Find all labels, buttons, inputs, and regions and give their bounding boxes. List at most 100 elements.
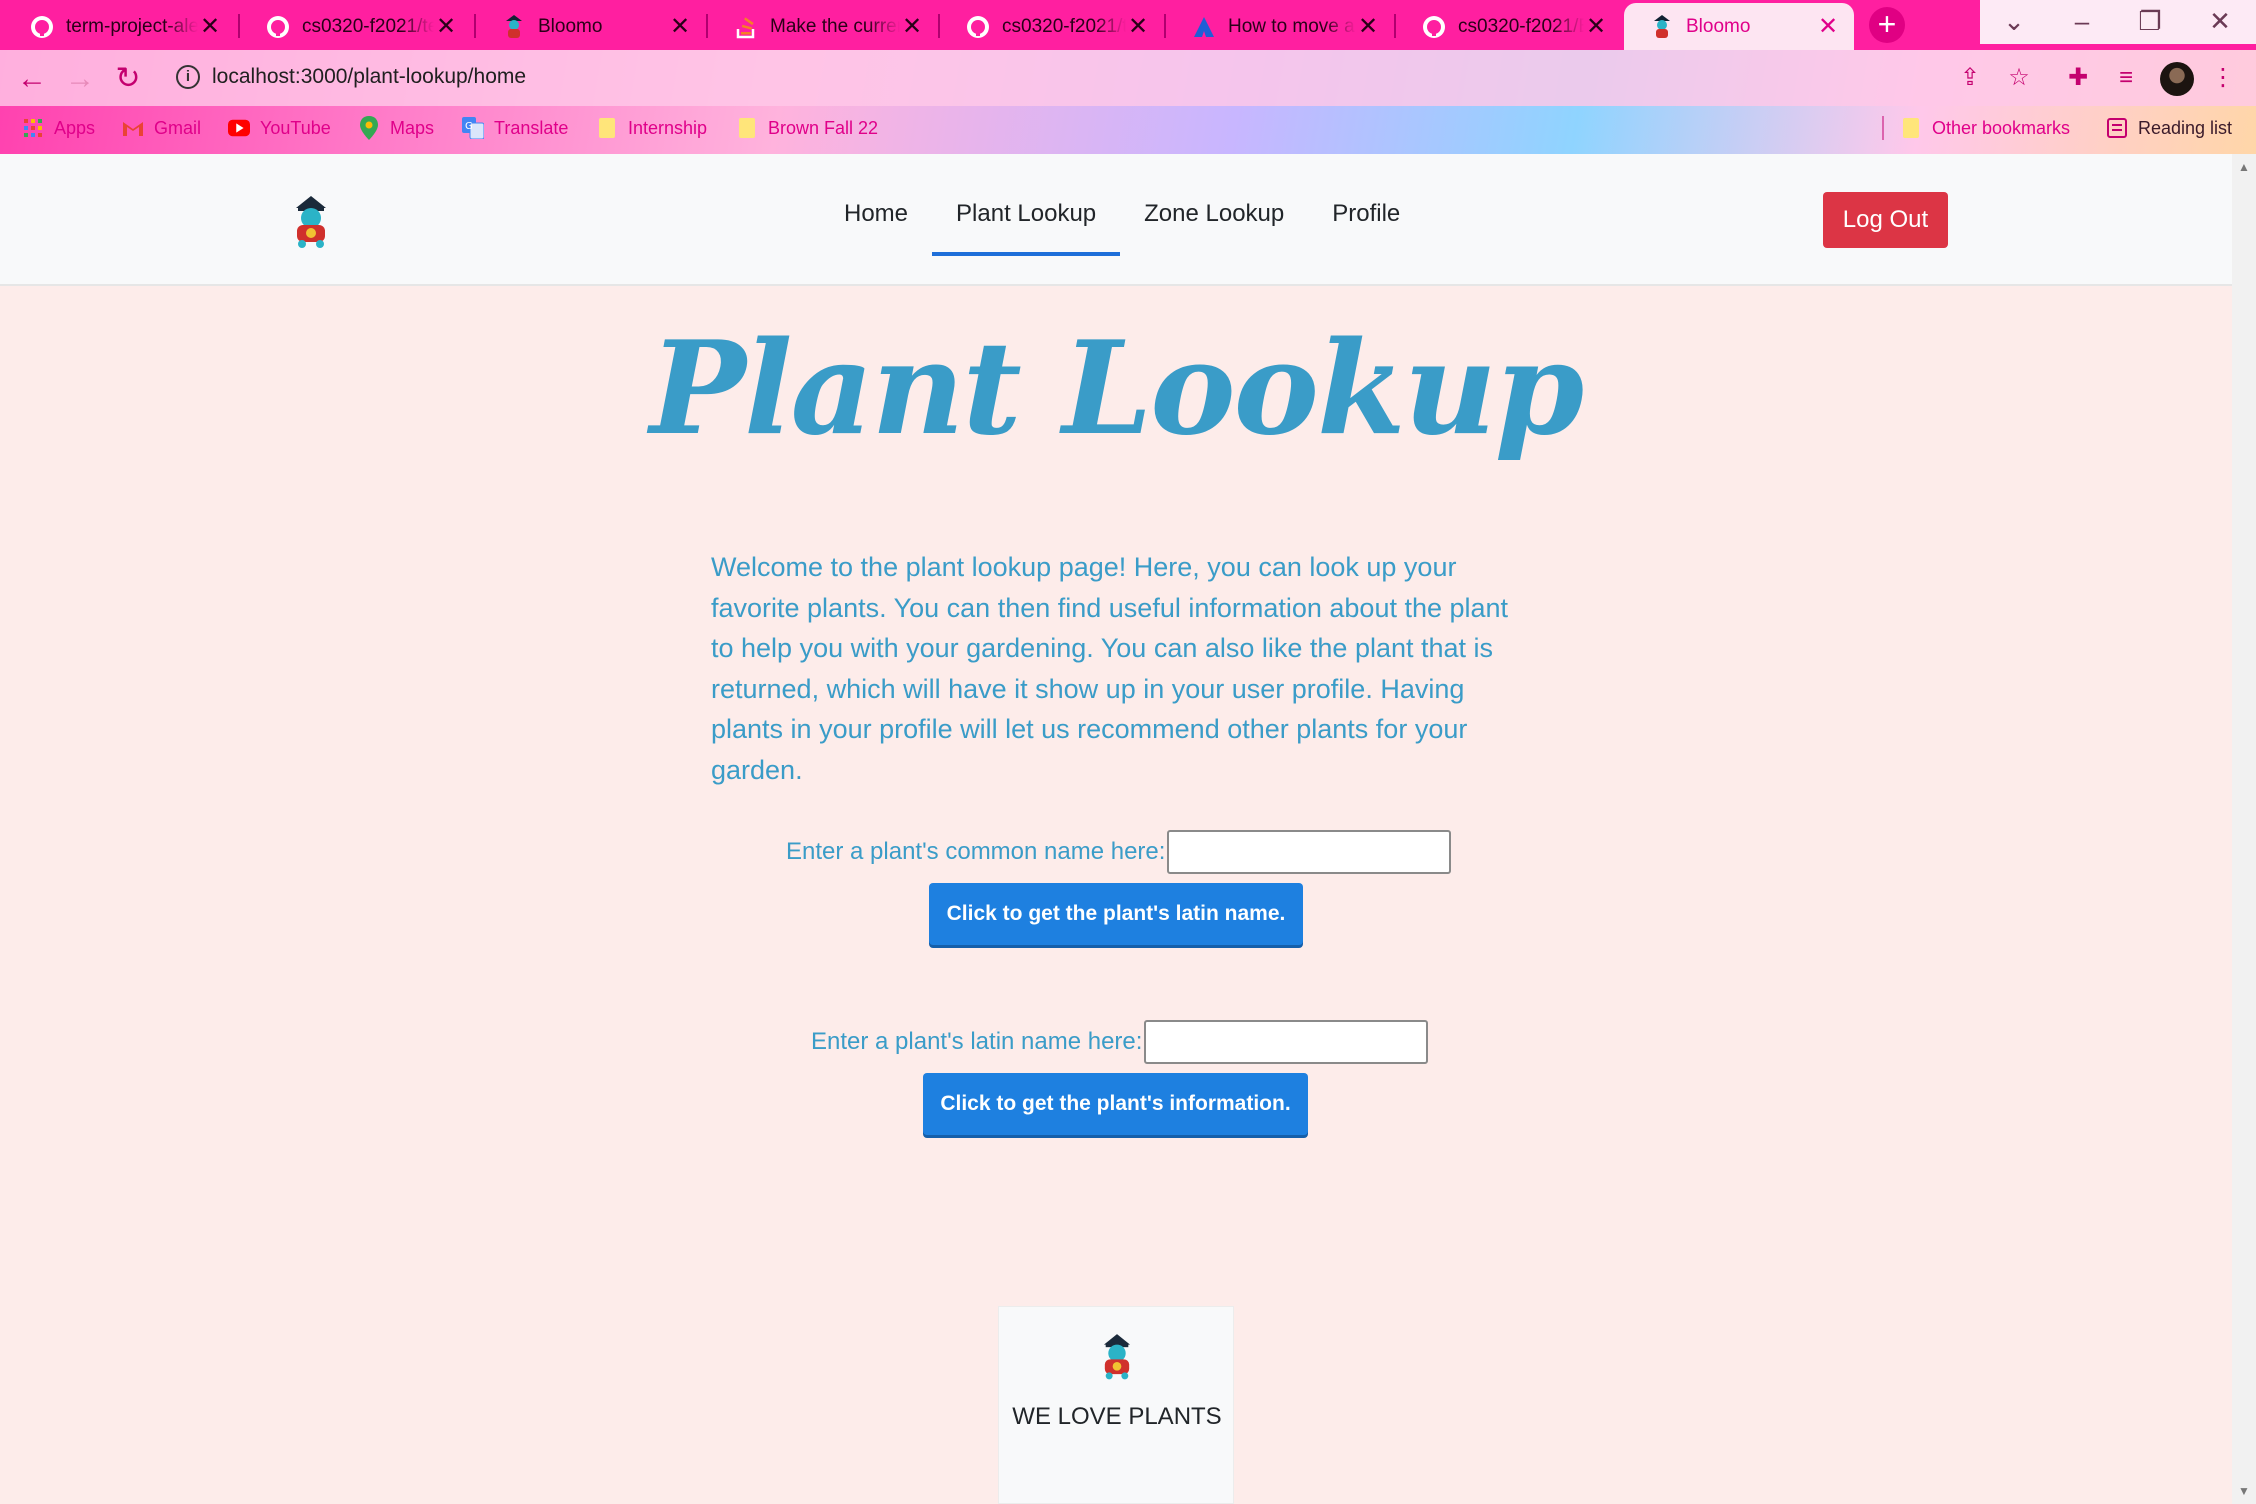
bookmark-label: YouTube — [260, 117, 331, 138]
gmail-icon — [122, 117, 144, 139]
back-icon[interactable]: ← — [14, 62, 50, 98]
close-icon[interactable]: ✕ — [900, 12, 924, 41]
bloomo-logo — [1097, 1329, 1137, 1381]
bookmark-internship[interactable]: Internship — [596, 113, 707, 143]
tab-title: cs0320-f2021/te — [1002, 15, 1126, 37]
bookmark-gmail[interactable]: Gmail — [122, 113, 201, 143]
latin-name-label: Enter a plant's latin name here: — [811, 1028, 1143, 1055]
translate-icon: G — [462, 117, 484, 139]
common-name-label: Enter a plant's common name here: — [786, 838, 1166, 865]
site-info-icon[interactable]: i — [176, 65, 200, 89]
menu-kebab-icon[interactable]: ⋮ — [2208, 64, 2238, 94]
bloomo-icon — [502, 14, 526, 39]
browser-tab[interactable]: Bloomo ✕ — [476, 3, 706, 50]
media-control-icon[interactable]: ≡ — [2111, 64, 2141, 94]
get-plant-info-button[interactable]: Click to get the plant's information. — [923, 1073, 1308, 1135]
github-icon — [966, 15, 990, 39]
browser-tab[interactable]: cs0320-f2021/Bl ✕ — [1396, 3, 1622, 50]
bookmark-label: Gmail — [154, 117, 202, 138]
share-icon[interactable]: ⇪ — [1955, 64, 1985, 94]
page-title: Plant Lookup — [649, 314, 1585, 464]
bookmark-star-icon[interactable]: ☆ — [2004, 64, 2034, 94]
extensions-icon[interactable]: ✚ — [2063, 64, 2093, 94]
browser-tab[interactable]: term-project-ale ✕ — [4, 3, 236, 50]
bookmark-label: Brown Fall 22 — [768, 117, 879, 138]
folder-icon — [596, 117, 618, 139]
nav-links: Home Plant Lookup Zone Lookup Profile — [820, 184, 1424, 256]
bookmark-maps[interactable]: Maps — [358, 113, 434, 143]
bookmark-label: Maps — [390, 117, 435, 138]
tab-search-icon[interactable]: ⌄ — [1980, 0, 2048, 44]
close-icon[interactable]: ✕ — [1356, 12, 1380, 41]
reload-icon[interactable]: ↻ — [110, 62, 146, 98]
tab-title: term-project-ale — [66, 15, 198, 37]
tab-title: cs0320-f2021/te — [302, 15, 434, 37]
github-icon — [30, 15, 54, 39]
close-icon[interactable]: ✕ — [198, 12, 222, 41]
nav-link-plant-lookup[interactable]: Plant Lookup — [932, 184, 1121, 256]
maps-icon — [358, 116, 380, 140]
bookmark-divider — [1882, 116, 1884, 140]
bookmark-apps[interactable]: Apps — [22, 113, 95, 143]
forward-icon[interactable]: → — [62, 62, 98, 98]
svg-text:G: G — [465, 121, 473, 132]
common-name-input[interactable] — [1167, 830, 1452, 874]
tab-title: How to move a — [1228, 15, 1355, 37]
other-bookmarks[interactable]: Other bookmarks — [1900, 113, 2070, 143]
close-icon[interactable]: ✕ — [1816, 12, 1840, 41]
browser-tab[interactable]: cs0320-f2021/te ✕ — [940, 3, 1164, 50]
new-tab-button[interactable]: + — [1869, 7, 1905, 43]
window-close-icon[interactable]: ✕ — [2184, 0, 2256, 44]
page-scrollbar[interactable]: ▲ ▼ — [2232, 154, 2256, 1504]
folder-icon — [736, 117, 758, 139]
footer-tagline: WE LOVE PLANTS — [1012, 1403, 1222, 1430]
profile-avatar[interactable] — [2160, 62, 2194, 96]
nav-link-zone-lookup[interactable]: Zone Lookup — [1120, 184, 1308, 256]
close-icon[interactable]: ✕ — [1126, 12, 1150, 41]
latin-name-row: Enter a plant's latin name here: — [811, 1020, 1429, 1064]
other-bookmarks-label: Other bookmarks — [1932, 117, 2071, 138]
scroll-down-icon[interactable]: ▼ — [2238, 1484, 2250, 1498]
github-icon — [266, 15, 290, 39]
nav-link-home[interactable]: Home — [820, 184, 932, 256]
bookmark-translate[interactable]: G Translate — [462, 113, 568, 143]
github-icon — [1422, 15, 1446, 39]
youtube-icon — [228, 117, 250, 139]
bookmark-brown-fall-22[interactable]: Brown Fall 22 — [736, 113, 878, 143]
close-icon[interactable]: ✕ — [668, 12, 692, 41]
reading-list[interactable]: Reading list — [2106, 113, 2232, 143]
site-navbar: Home Plant Lookup Zone Lookup Profile Lo… — [0, 154, 2232, 286]
reading-list-label: Reading list — [2138, 117, 2233, 138]
get-latin-name-button[interactable]: Click to get the plant's latin name. — [929, 883, 1303, 945]
logout-button[interactable]: Log Out — [1823, 192, 1948, 248]
tab-title: Make the curren — [770, 15, 900, 37]
minimize-icon[interactable]: – — [2048, 0, 2116, 44]
close-icon[interactable]: ✕ — [434, 12, 458, 41]
folder-icon — [1900, 117, 1922, 139]
bookmark-label: Apps — [54, 117, 96, 138]
bookmark-label: Translate — [494, 117, 569, 138]
atlassian-icon — [1192, 15, 1216, 39]
browser-tab[interactable]: How to move a ✕ — [1166, 3, 1394, 50]
browser-tab[interactable]: cs0320-f2021/te ✕ — [240, 3, 472, 50]
apps-grid-icon — [22, 117, 44, 139]
close-icon[interactable]: ✕ — [1584, 12, 1608, 41]
browser-tab[interactable]: Make the curren ✕ — [708, 3, 938, 50]
intro-paragraph: Welcome to the plant lookup page! Here, … — [711, 552, 1509, 785]
nav-link-profile[interactable]: Profile — [1308, 184, 1424, 256]
bloomo-icon — [1650, 14, 1674, 39]
restore-icon[interactable]: ❐ — [2116, 0, 2184, 44]
tab-title: cs0320-f2021/Bl — [1458, 15, 1584, 37]
bookmark-youtube[interactable]: YouTube — [228, 113, 331, 143]
browser-tab-active[interactable]: Bloomo ✕ — [1624, 3, 1854, 50]
bloomo-logo[interactable] — [288, 192, 334, 248]
url-text[interactable]: localhost:3000/plant-lookup/home — [212, 65, 526, 89]
address-bar[interactable]: i localhost:3000/plant-lookup/home — [164, 56, 1964, 100]
tab-title: Bloomo — [1686, 15, 1751, 37]
latin-name-input[interactable] — [1144, 1020, 1429, 1064]
bookmark-label: Internship — [628, 117, 708, 138]
footer-card: WE LOVE PLANTS — [998, 1306, 1234, 1504]
browser-chrome: term-project-ale ✕ cs0320-f2021/te ✕ Blo… — [0, 0, 2256, 154]
common-name-row: Enter a plant's common name here: — [786, 830, 1452, 874]
scroll-up-icon[interactable]: ▲ — [2238, 160, 2250, 174]
